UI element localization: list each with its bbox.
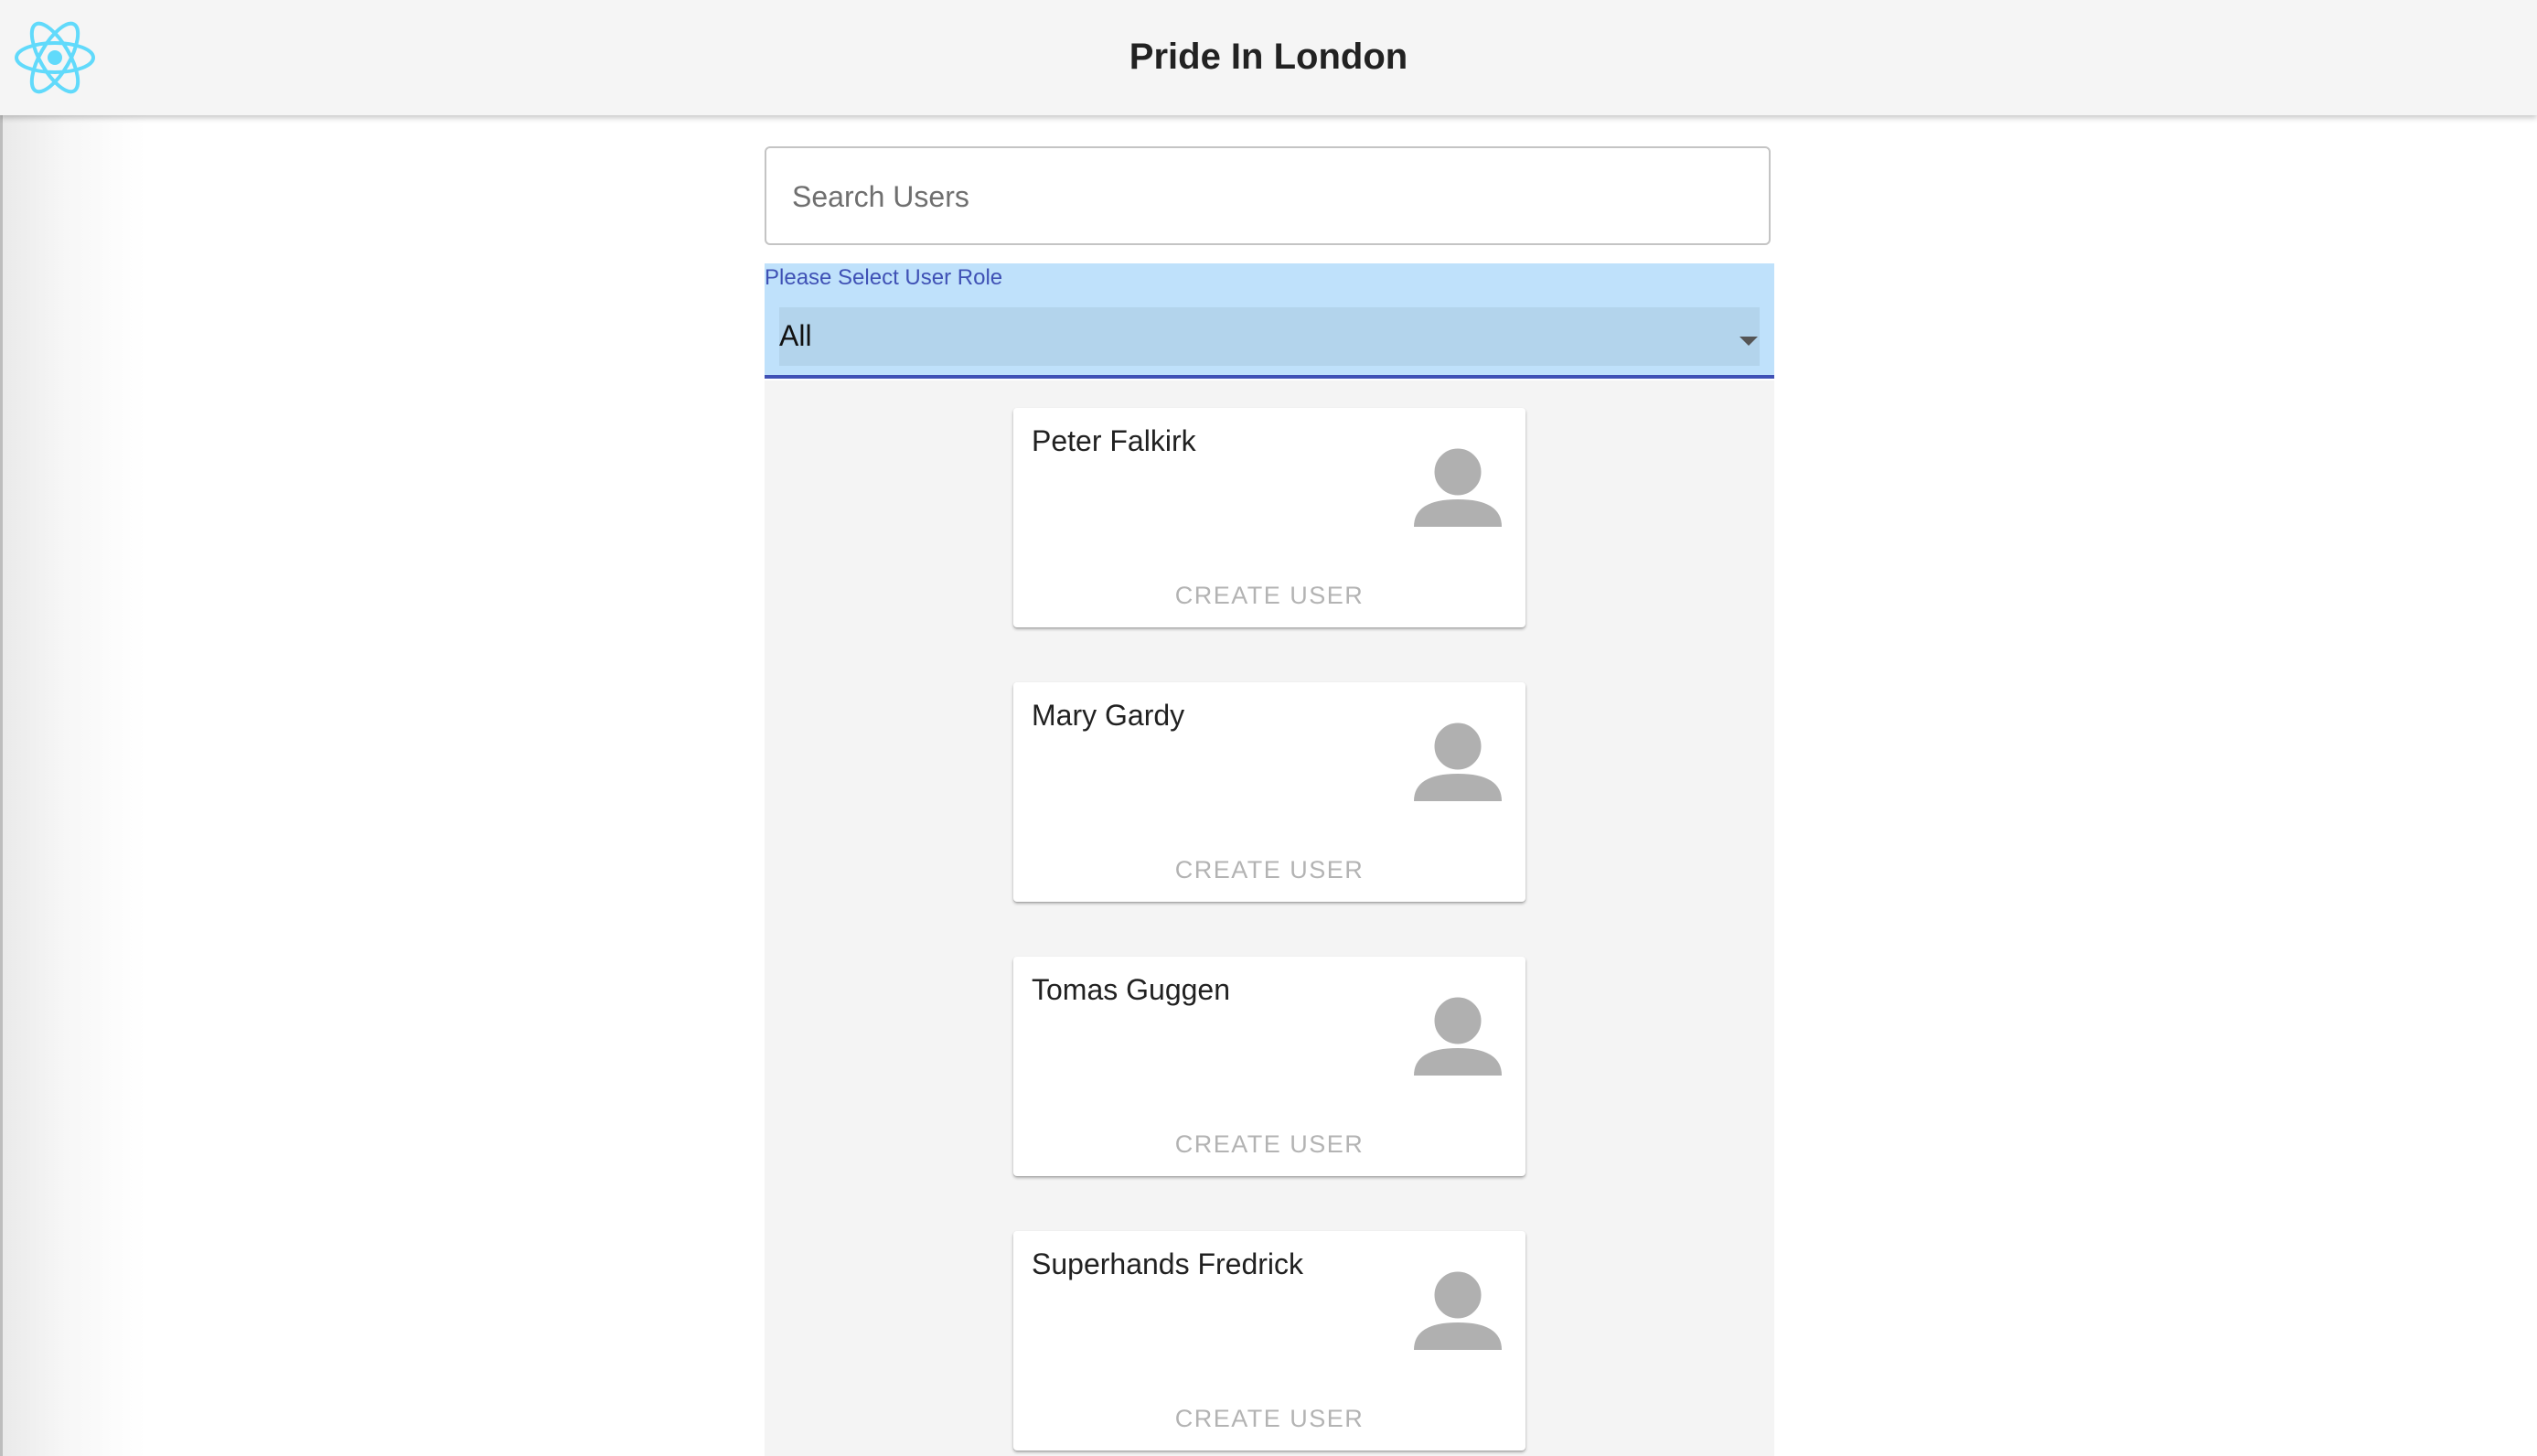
user-card: Superhands Fredrick CREATE USER bbox=[1013, 1231, 1525, 1451]
person-icon bbox=[1414, 720, 1502, 801]
search-field[interactable] bbox=[765, 146, 1771, 245]
create-user-button[interactable]: CREATE USER bbox=[1013, 1121, 1525, 1167]
main-column: Please Select User Role All Peter Falkir… bbox=[765, 115, 1774, 1456]
window-shadow bbox=[0, 0, 146, 1456]
search-input[interactable] bbox=[790, 148, 1745, 245]
create-user-button[interactable]: CREATE USER bbox=[1013, 847, 1525, 893]
user-name: Mary Gardy bbox=[1032, 699, 1185, 732]
person-icon bbox=[1414, 445, 1502, 527]
role-select-field[interactable]: All bbox=[779, 307, 1760, 366]
user-card: Mary Gardy CREATE USER bbox=[1013, 682, 1525, 902]
window-edge bbox=[0, 0, 3, 1456]
page-title: Pride In London bbox=[1129, 37, 1408, 77]
create-user-button[interactable]: CREATE USER bbox=[1013, 573, 1525, 618]
user-name: Peter Falkirk bbox=[1032, 424, 1196, 457]
person-icon bbox=[1414, 994, 1502, 1076]
person-icon bbox=[1414, 1269, 1502, 1350]
user-list: Peter Falkirk CREATE USER Mary Gardy CRE… bbox=[765, 380, 1774, 1456]
user-name: Tomas Guggen bbox=[1032, 973, 1231, 1006]
role-select-label: Please Select User Role bbox=[765, 265, 1003, 290]
user-name: Superhands Fredrick bbox=[1032, 1247, 1304, 1280]
user-card: Peter Falkirk CREATE USER bbox=[1013, 408, 1525, 627]
app-root: Pride In London Please Select User Role … bbox=[0, 0, 2537, 1456]
role-select-value: All bbox=[779, 319, 812, 352]
create-user-button[interactable]: CREATE USER bbox=[1013, 1396, 1525, 1441]
role-select[interactable]: Please Select User Role All bbox=[765, 263, 1774, 379]
app-bar: Pride In London bbox=[0, 0, 2537, 115]
chevron-down-icon[interactable] bbox=[1740, 337, 1758, 346]
user-card: Tomas Guggen CREATE USER bbox=[1013, 957, 1525, 1176]
